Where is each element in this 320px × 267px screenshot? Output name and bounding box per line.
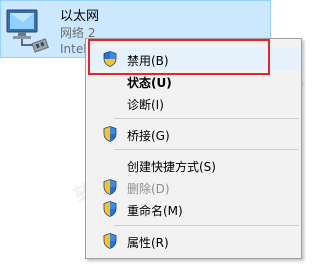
uac-shield-icon [103,179,117,195]
menu-item-label: 创建快捷方式(S) [127,160,216,174]
menu-separator [114,149,299,150]
menu-item-create-shortcut[interactable]: 创建快捷方式(S) [86,154,301,176]
highlight-annotation-box [88,39,270,75]
adapter-name: 以太网 [60,9,100,24]
menu-item-delete: 删除(D) [86,176,301,198]
network-connections-window: 以太网 网络 2 Intel( 软件学堂 xue51.com 禁用(B) 状态(… [0,0,306,267]
menu-item-diagnose[interactable]: 诊断(I) [86,92,301,114]
uac-shield-icon [103,233,117,249]
menu-item-label: 状态(U) [127,76,172,90]
uac-shield-icon [103,201,117,217]
menu-item-label: 诊断(I) [127,98,164,112]
menu-item-label: 删除(D) [127,182,170,196]
menu-item-properties[interactable]: 属性(R) [86,230,301,252]
menu-item-label: 重命名(M) [127,204,183,218]
menu-separator [114,225,299,226]
menu-separator [114,118,299,119]
uac-shield-icon [103,126,117,142]
menu-item-label: 属性(R) [127,236,169,250]
menu-item-bridge[interactable]: 桥接(G) [86,123,301,145]
menu-item-label: 桥接(G) [127,129,170,143]
menu-item-rename[interactable]: 重命名(M) [86,198,301,220]
network-adapter-icon [6,9,49,53]
